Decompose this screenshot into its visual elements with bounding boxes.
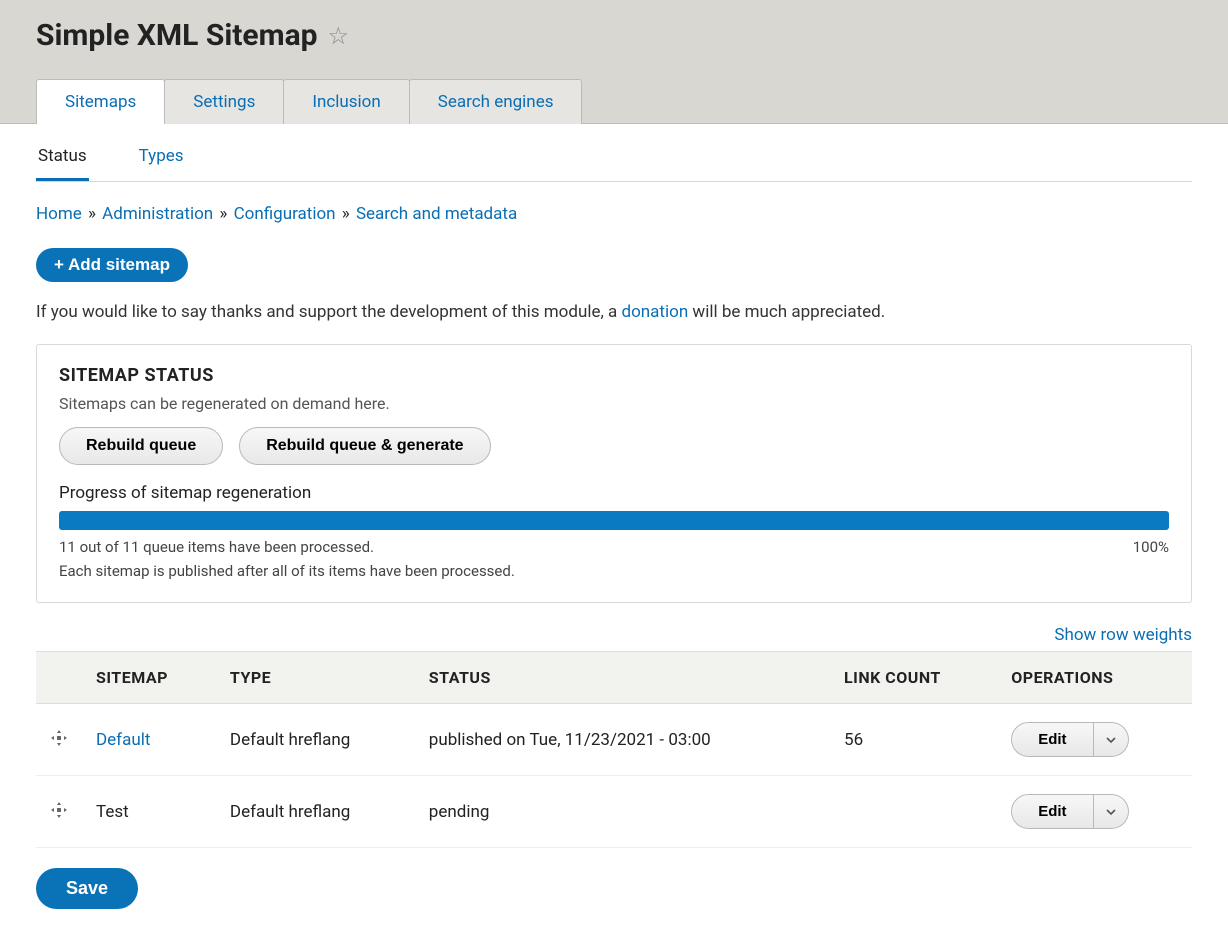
secondary-tabs: Status Types [36,124,1192,182]
tab-settings[interactable]: Settings [164,79,284,124]
breadcrumb-sep: » [88,204,96,224]
rebuild-queue-button[interactable]: Rebuild queue [59,427,223,465]
breadcrumb: Home » Administration » Configuration » … [36,204,1192,224]
add-sitemap-button[interactable]: +Add sitemap [36,248,188,282]
tab-sitemaps[interactable]: Sitemaps [36,79,165,124]
col-drag [36,652,82,704]
col-sitemap: SITEMAP [82,652,216,704]
drag-handle-icon[interactable] [50,729,68,747]
table-row: Default Default hreflang published on Tu… [36,704,1192,776]
col-operations: OPERATIONS [997,652,1192,704]
donation-text: If you would like to say thanks and supp… [36,302,1192,322]
breadcrumb-sep: » [342,204,350,224]
primary-tabs: Sitemaps Settings Inclusion Search engin… [36,79,1192,124]
progress-fill [59,511,1169,530]
plus-icon: + [54,255,64,274]
col-type: TYPE [216,652,415,704]
sitemap-name: Test [96,802,129,822]
breadcrumb-sep: » [219,204,227,224]
sitemap-status-desc: Sitemaps can be regenerated on demand he… [59,394,1169,413]
page-title: Simple XML Sitemap [36,18,318,53]
sitemap-link-count [830,776,997,848]
breadcrumb-administration[interactable]: Administration [102,204,213,224]
subtab-types[interactable]: Types [137,138,186,181]
progress-label: Progress of sitemap regeneration [59,483,1169,503]
add-sitemap-label: Add sitemap [68,255,170,274]
operations-dropdown-button[interactable] [1094,794,1129,829]
edit-button[interactable]: Edit [1011,722,1093,757]
show-row-weights-link[interactable]: Show row weights [1054,625,1192,645]
donation-pre: If you would like to say thanks and supp… [36,302,622,322]
col-status: STATUS [415,652,830,704]
tab-search-engines[interactable]: Search engines [409,79,583,124]
favorite-star-icon[interactable]: ☆ [328,22,350,50]
progress-percent: 100% [1133,538,1169,556]
progress-text: 11 out of 11 queue items have been proce… [59,538,374,556]
table-row: Test Default hreflang pending Edit [36,776,1192,848]
col-link-count: LINK COUNT [830,652,997,704]
sitemap-type: Default hreflang [216,776,415,848]
sitemap-type: Default hreflang [216,704,415,776]
tab-inclusion[interactable]: Inclusion [283,79,409,124]
edit-button[interactable]: Edit [1011,794,1093,829]
subtab-status[interactable]: Status [36,138,89,181]
sitemap-status: published on Tue, 11/23/2021 - 03:00 [415,704,830,776]
progress-note: Each sitemap is published after all of i… [59,562,1169,580]
breadcrumb-configuration[interactable]: Configuration [234,204,336,224]
sitemap-link-count: 56 [830,704,997,776]
sitemap-status: pending [415,776,830,848]
breadcrumb-home[interactable]: Home [36,204,82,224]
chevron-down-icon [1106,735,1116,745]
operations-dropdown-button[interactable] [1094,722,1129,757]
breadcrumb-search-metadata[interactable]: Search and metadata [356,204,517,224]
donation-post: will be much appreciated. [688,302,885,322]
progress-bar [59,511,1169,530]
sitemap-status-fieldset: SITEMAP STATUS Sitemaps can be regenerat… [36,344,1192,603]
donation-link[interactable]: donation [622,302,689,322]
drag-handle-icon[interactable] [50,801,68,819]
sitemap-name-link[interactable]: Default [96,730,150,750]
save-button[interactable]: Save [36,868,138,909]
rebuild-queue-generate-button[interactable]: Rebuild queue & generate [239,427,490,465]
chevron-down-icon [1106,807,1116,817]
sitemaps-table: SITEMAP TYPE STATUS LINK COUNT OPERATION… [36,651,1192,848]
sitemap-status-legend: SITEMAP STATUS [59,365,1169,386]
